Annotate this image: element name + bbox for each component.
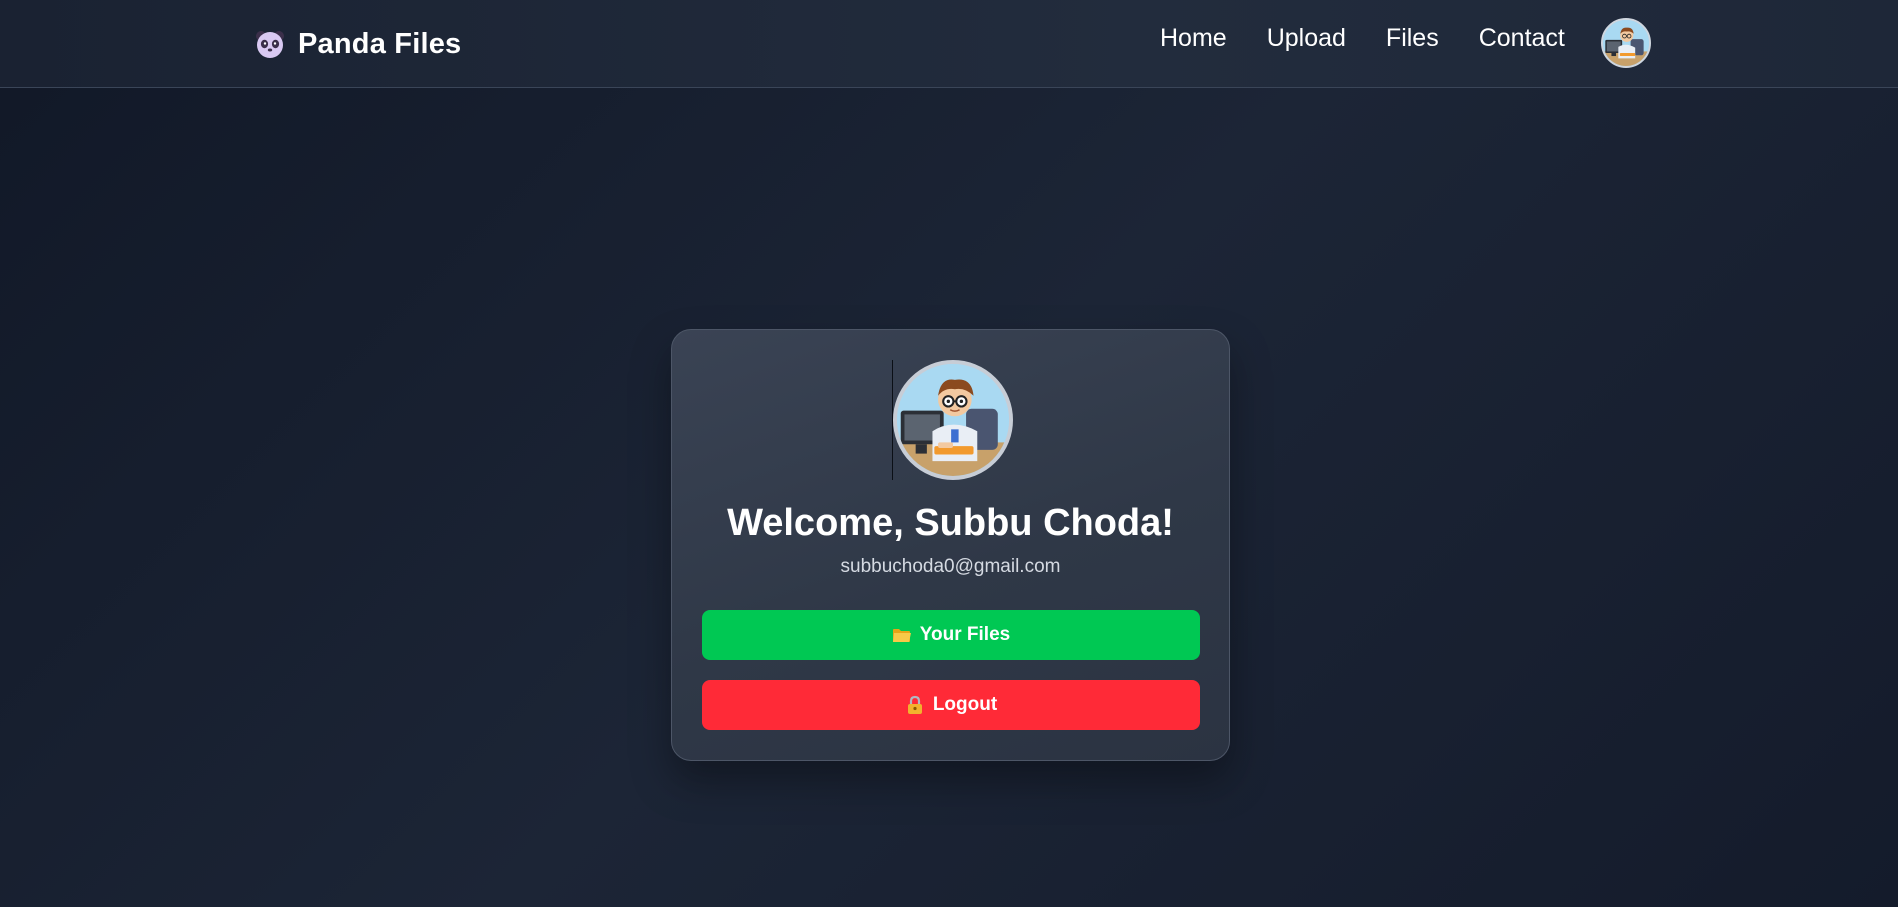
user-avatar-icon <box>897 364 1009 476</box>
logout-label: Logout <box>932 694 998 715</box>
lock-icon <box>905 695 925 715</box>
your-files-button[interactable]: Your Files <box>702 610 1200 660</box>
profile-avatar <box>893 360 1013 480</box>
top-navbar: Panda Files Home Upload Files Contact <box>0 0 1898 88</box>
nav-links: Home Upload Files Contact <box>1160 20 1565 56</box>
profile-card: Welcome, Subbu Choda! subbuchoda0@gmail.… <box>671 329 1230 761</box>
nav-link-upload[interactable]: Upload <box>1267 24 1346 53</box>
nav-link-files[interactable]: Files <box>1386 24 1439 53</box>
nav-link-contact[interactable]: Contact <box>1479 24 1565 53</box>
panda-icon <box>254 28 286 60</box>
nav-link-home[interactable]: Home <box>1160 24 1227 53</box>
brand[interactable]: Panda Files <box>254 24 461 64</box>
user-avatar-button[interactable] <box>1601 18 1651 68</box>
folder-icon <box>892 625 912 645</box>
user-email: subbuchoda0@gmail.com <box>840 556 1061 577</box>
logout-button[interactable]: Logout <box>702 680 1200 730</box>
brand-name: Panda Files <box>298 27 462 60</box>
user-avatar-icon <box>1603 20 1649 66</box>
welcome-heading: Welcome, Subbu Choda! <box>727 502 1174 544</box>
your-files-label: Your Files <box>919 624 1011 645</box>
